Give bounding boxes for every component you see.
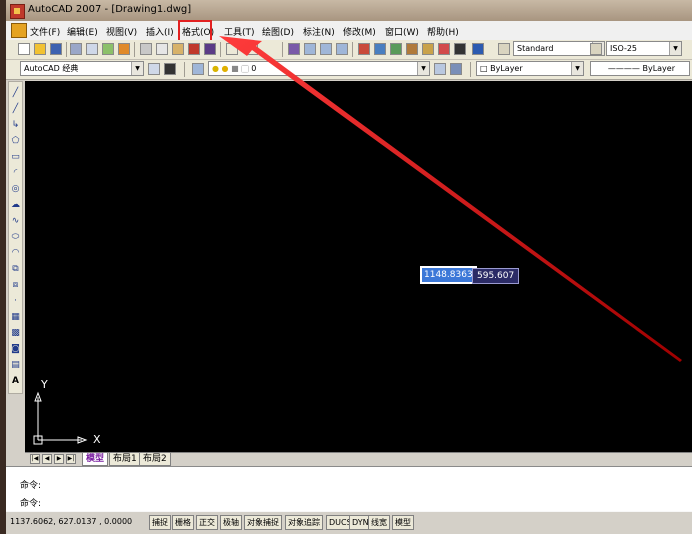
annotation-arrow [219,36,682,362]
